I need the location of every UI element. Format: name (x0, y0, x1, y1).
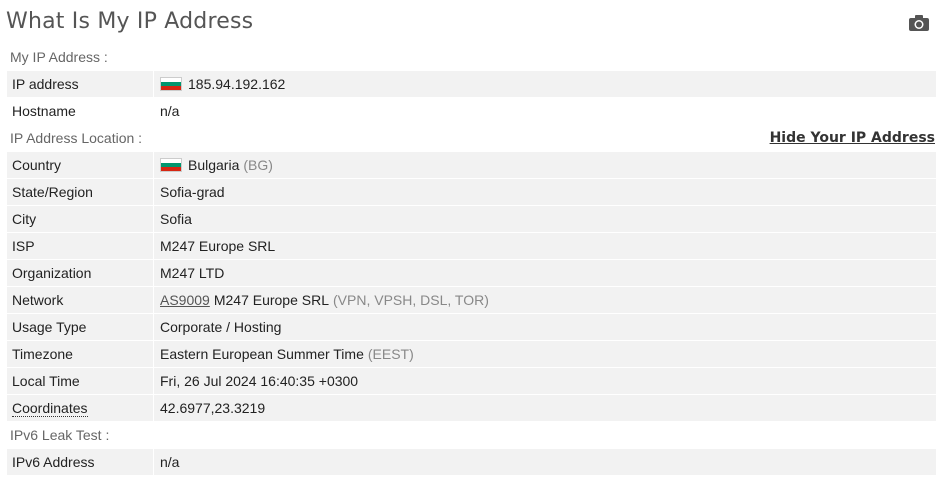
network-tags: (VPN, VPSH, DSL, TOR) (333, 291, 489, 308)
row-label: Hostname (7, 98, 154, 124)
row-isp: ISP M247 Europe SRL (7, 233, 936, 260)
usage-type-value: Corporate / Hosting (160, 318, 282, 335)
coordinates-label[interactable]: Coordinates (12, 400, 88, 417)
row-value: 185.94.192.162 (154, 71, 936, 97)
coordinates-value: 42.6977,23.3219 (160, 399, 266, 416)
camera-icon[interactable] (908, 14, 930, 32)
section-ipv6: IPv6 Leak Test : (7, 422, 936, 449)
row-label: ISP (7, 233, 154, 259)
row-ipv6-address: IPv6 Address n/a (7, 449, 936, 476)
row-label: Usage Type (7, 314, 154, 340)
row-label: IPv6 Address (7, 449, 154, 475)
hostname-value: n/a (160, 102, 180, 119)
bulgaria-flag-icon (160, 77, 182, 91)
row-city: City Sofia (7, 206, 936, 233)
row-label: City (7, 206, 154, 232)
page-title: What Is My IP Address (6, 9, 254, 34)
row-ip-address: IP address 185.94.192.162 (7, 71, 936, 98)
row-local-time: Local Time Fri, 26 Jul 2024 16:40:35 +03… (7, 368, 936, 395)
row-value: Eastern European Summer Time (EEST) (154, 341, 936, 367)
row-label: IP address (7, 71, 154, 97)
row-label: State/Region (7, 179, 154, 205)
local-time-value: Fri, 26 Jul 2024 16:40:35 +0300 (160, 372, 359, 389)
row-value: Bulgaria (BG) (154, 152, 936, 178)
section-my-ip: My IP Address : (7, 44, 936, 71)
row-label: Country (7, 152, 154, 178)
network-value: M247 Europe SRL (213, 291, 330, 308)
row-value: AS9009 M247 Europe SRL (VPN, VPSH, DSL, … (154, 287, 936, 313)
country-value: Bulgaria (188, 156, 240, 173)
row-network: Network AS9009 M247 Europe SRL (VPN, VPS… (7, 287, 936, 314)
row-organization: Organization M247 LTD (7, 260, 936, 287)
timezone-abbr: (EEST) (367, 345, 414, 362)
row-label: Organization (7, 260, 154, 286)
as-number-link[interactable]: AS9009 (160, 287, 210, 314)
row-state: State/Region Sofia-grad (7, 179, 936, 206)
row-label: Coordinates (7, 395, 154, 421)
row-label: Network (7, 287, 154, 313)
section-label: IP Address Location : (10, 130, 143, 146)
page-header: What Is My IP Address (0, 0, 942, 44)
row-hostname: Hostname n/a (7, 98, 936, 125)
row-coordinates: Coordinates 42.6977,23.3219 (7, 395, 936, 422)
state-value: Sofia-grad (160, 183, 225, 200)
row-label: Local Time (7, 368, 154, 394)
city-value: Sofia (160, 210, 192, 227)
section-location: IP Address Location : Hide Your IP Addre… (7, 125, 936, 152)
isp-value: M247 Europe SRL (160, 237, 276, 254)
bulgaria-flag-icon (160, 158, 182, 172)
row-label: Timezone (7, 341, 154, 367)
section-label: IPv6 Leak Test : (10, 427, 110, 443)
row-country: Country Bulgaria (BG) (7, 152, 936, 179)
row-timezone: Timezone Eastern European Summer Time (E… (7, 341, 936, 368)
ip-address-value: 185.94.192.162 (188, 75, 286, 92)
row-usage-type: Usage Type Corporate / Hosting (7, 314, 936, 341)
ipv6-value: n/a (160, 453, 180, 470)
country-code: (BG) (243, 156, 273, 173)
hide-ip-link[interactable]: Hide Your IP Address (770, 125, 935, 152)
section-label: My IP Address : (10, 49, 108, 65)
timezone-value: Eastern European Summer Time (160, 345, 364, 362)
organization-value: M247 LTD (160, 264, 225, 281)
ip-info-table: My IP Address : IP address 185.94.192.16… (7, 44, 936, 476)
